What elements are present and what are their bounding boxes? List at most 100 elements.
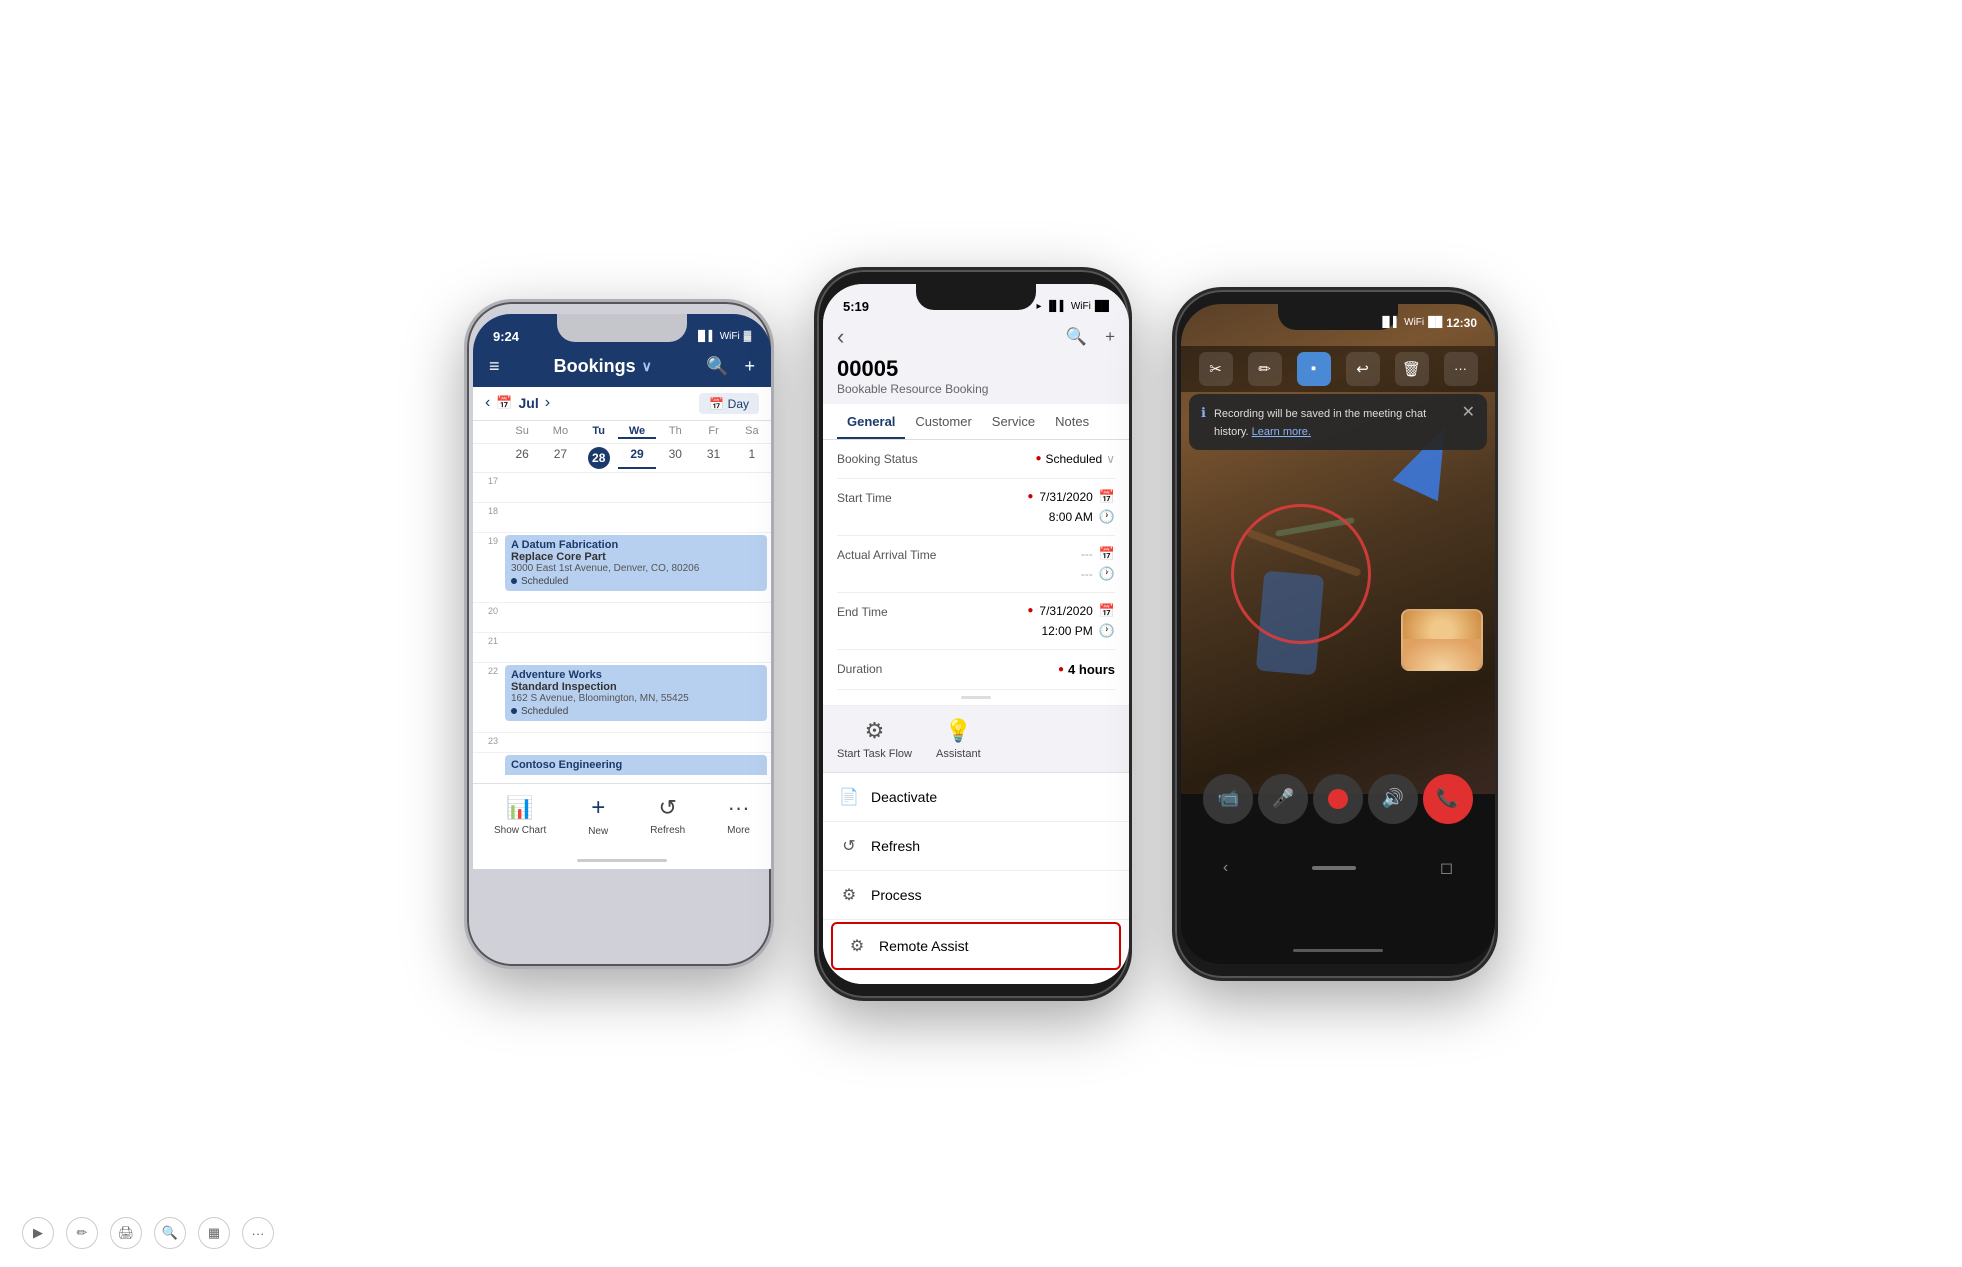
phone1-battery-icon: ▓ — [744, 331, 751, 342]
start-time-value: 8:00 AM — [1049, 510, 1093, 524]
remote-assist-label: Remote Assist — [879, 938, 968, 954]
view-selector[interactable]: 📅 Day — [699, 393, 759, 414]
zoom-icon-btn[interactable]: 🔍 — [154, 1217, 186, 1249]
print-icon-btn[interactable]: 🖨 — [110, 1217, 142, 1249]
start-date-calendar-icon[interactable]: 📅 — [1099, 489, 1115, 505]
hour-23: 23 — [473, 733, 501, 752]
arrival-calendar-icon[interactable]: 📅 — [1099, 546, 1115, 562]
android-nav: ‹ ◻ — [1181, 852, 1495, 884]
add-icon[interactable]: + — [744, 356, 755, 377]
start-task-flow-btn[interactable]: ⚙ Start Task Flow — [837, 718, 912, 760]
back-nav-btn[interactable]: ‹ — [1223, 859, 1228, 877]
menu-icon[interactable]: ≡ — [489, 356, 500, 377]
deactivate-icon: 📄 — [839, 787, 859, 807]
event-datum[interactable]: A Datum Fabrication Replace Core Part 30… — [505, 535, 767, 591]
date-1[interactable]: 1 — [733, 447, 771, 469]
day-mo: Mo — [541, 425, 579, 439]
date-27[interactable]: 27 — [541, 447, 579, 469]
duration-value: 4 hours — [1068, 662, 1115, 677]
search-button[interactable]: 🔍 — [1066, 327, 1087, 347]
phone3-battery: ██ — [1428, 317, 1442, 328]
chevron-down-icon[interactable]: ∨ — [1106, 452, 1115, 466]
add-button[interactable]: + — [1105, 327, 1115, 347]
event-company-3: Contoso Engineering — [511, 759, 761, 771]
phone1: 9:24 ▐▌▌ WiFi ▓ ≡ Bookings ∨ 🔍 + — [464, 299, 774, 969]
hour-20: 20 — [473, 603, 501, 632]
date-31[interactable]: 31 — [694, 447, 732, 469]
assistant-btn[interactable]: 💡 Assistant — [936, 718, 981, 760]
back-month-icon[interactable]: ‹ — [485, 394, 490, 412]
start-time-label: Start Time — [837, 489, 892, 505]
date-28[interactable]: 28 — [580, 447, 618, 469]
pen-tool-btn[interactable]: ✏ — [1248, 352, 1282, 386]
event-adventure[interactable]: Adventure Works Standard Inspection 162 … — [505, 665, 767, 721]
undo-tool-btn[interactable]: ↩ — [1346, 352, 1380, 386]
plus-icon: + — [591, 794, 605, 822]
hour-19: 19 — [473, 533, 501, 602]
end-calendar-icon[interactable]: 📅 — [1099, 603, 1115, 619]
tab-service[interactable]: Service — [982, 404, 1045, 439]
date-26[interactable]: 26 — [503, 447, 541, 469]
notification-bar: ℹ Recording will be saved in the meeting… — [1189, 394, 1487, 450]
close-notification-icon[interactable]: ✕ — [1462, 402, 1475, 422]
more-icon-btn[interactable]: ··· — [242, 1217, 274, 1249]
event-title: Replace Core Part — [511, 551, 761, 563]
refresh-item[interactable]: ↺ Refresh — [823, 822, 1129, 871]
day-fr: Fr — [694, 425, 732, 439]
date-29[interactable]: 29 — [618, 447, 656, 469]
back-button[interactable]: ‹ — [837, 324, 844, 350]
start-time-clock-icon[interactable]: 🕐 — [1099, 509, 1115, 525]
refresh-btn[interactable]: ↺ Refresh — [650, 795, 685, 836]
event-company-2: Adventure Works — [511, 669, 761, 681]
phone1-time: 9:24 — [493, 329, 519, 344]
video-controls: 📹 🎤 🔊 📞 — [1181, 774, 1495, 824]
more-tools-btn[interactable]: ··· — [1444, 352, 1478, 386]
learn-more-link[interactable]: Learn more. — [1252, 426, 1311, 438]
day-tu[interactable]: Tu — [580, 425, 618, 439]
remote-assist-item[interactable]: ⚙ Remote Assist — [831, 922, 1121, 970]
remote-assist-icon: ⚙ — [847, 936, 867, 956]
phone1-signal: ▐▌▌ — [694, 331, 715, 342]
end-call-btn[interactable]: 📞 — [1423, 774, 1473, 824]
record-subtitle: Bookable Resource Booking — [837, 382, 1115, 396]
deactivate-item[interactable]: 📄 Deactivate — [823, 773, 1129, 822]
phone2-screen: 5:19 ▸ ▐▌▌ WiFi ██ ‹ 🔍 + 00005 Bookab — [823, 284, 1129, 984]
day-we[interactable]: We — [618, 425, 656, 439]
pip-video — [1401, 609, 1483, 671]
booking-status-value: Scheduled — [1045, 452, 1102, 466]
menu-list: 📄 Deactivate ↺ Refresh ⚙ Process ⚙ Remot… — [823, 773, 1129, 984]
show-chart-btn[interactable]: 📊 Show Chart — [494, 795, 546, 836]
phone1-app-header: ≡ Bookings ∨ 🔍 + — [473, 350, 771, 387]
forward-month-icon[interactable]: › — [545, 394, 550, 412]
event-title-2: Standard Inspection — [511, 681, 761, 693]
phone3: ▐▌▌ WiFi ██ 12:30 ✂ ✏ ▪ ↩ 🗑 ··· ℹ Record… — [1172, 287, 1498, 981]
search-icon[interactable]: 🔍 — [706, 356, 728, 377]
mic-btn[interactable]: 🎤 — [1258, 774, 1308, 824]
event-address-2: 162 S Avenue, Bloomington, MN, 55425 — [511, 693, 761, 704]
assistant-icon: 💡 — [945, 718, 972, 744]
more-btn[interactable]: ··· More — [727, 795, 750, 836]
process-item[interactable]: ⚙ Process — [823, 871, 1129, 920]
email-link-item[interactable]: ✉ Email a Link — [823, 972, 1129, 984]
edit-icon-btn[interactable]: ✏ — [66, 1217, 98, 1249]
speaker-btn[interactable]: 🔊 — [1368, 774, 1418, 824]
hour-spacer — [473, 425, 503, 439]
booking-status-label: Booking Status — [837, 452, 918, 466]
home-nav-btn[interactable] — [1312, 866, 1356, 870]
tab-general[interactable]: General — [837, 404, 905, 439]
rectangle-tool-btn[interactable]: ▪ — [1297, 352, 1331, 386]
play-icon-btn[interactable]: ▶ — [22, 1217, 54, 1249]
hour-17: 17 — [473, 473, 501, 502]
recents-nav-btn[interactable]: ◻ — [1440, 858, 1453, 878]
tab-notes[interactable]: Notes — [1045, 404, 1099, 439]
end-clock-icon[interactable]: 🕐 — [1099, 623, 1115, 639]
record-btn[interactable] — [1313, 774, 1363, 824]
date-30[interactable]: 30 — [656, 447, 694, 469]
delete-tool-btn[interactable]: 🗑 — [1395, 352, 1429, 386]
scissors-tool-btn[interactable]: ✂ — [1199, 352, 1233, 386]
new-btn[interactable]: + New — [588, 794, 608, 837]
video-btn[interactable]: 📹 — [1203, 774, 1253, 824]
tab-customer[interactable]: Customer — [905, 404, 981, 439]
arrival-clock-icon[interactable]: 🕐 — [1099, 566, 1115, 582]
grid-icon-btn[interactable]: ▦ — [198, 1217, 230, 1249]
